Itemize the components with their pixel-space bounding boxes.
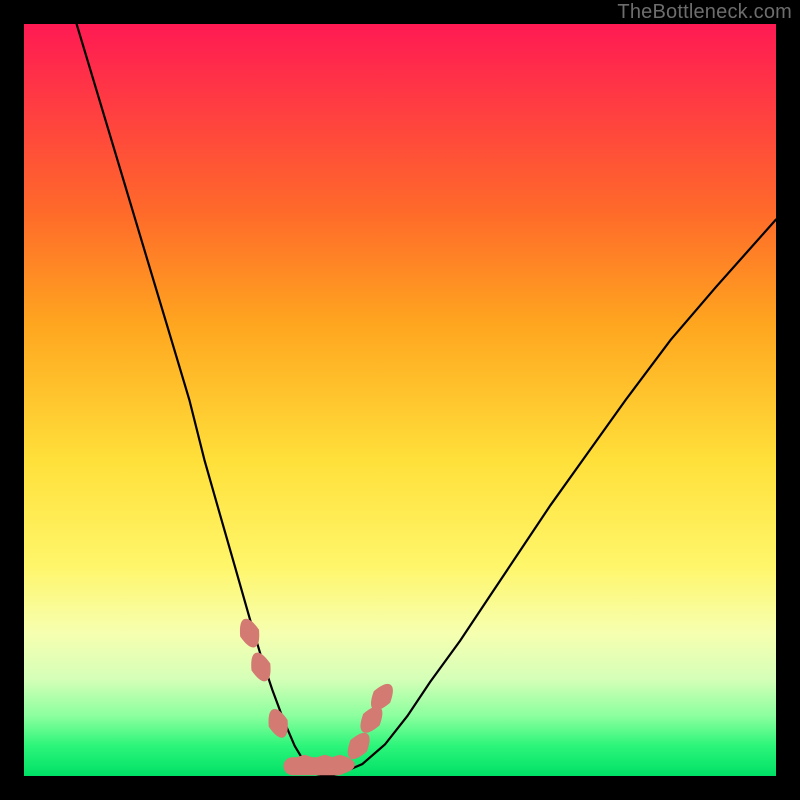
v-curve [77,24,776,776]
watermark-label: TheBottleneck.com [617,1,792,24]
chart-frame: TheBottleneck.com [0,0,800,800]
marker-lozenge [240,619,259,648]
marker-lozenge [269,709,288,738]
marker-lozenge [360,706,382,732]
marker-lozenge [348,733,370,759]
chart-overlay [0,0,800,800]
marker-lozenge [251,653,270,682]
marker-lozenge [371,684,393,710]
marker-lozenges [240,619,393,775]
v-curve-path [77,24,776,776]
